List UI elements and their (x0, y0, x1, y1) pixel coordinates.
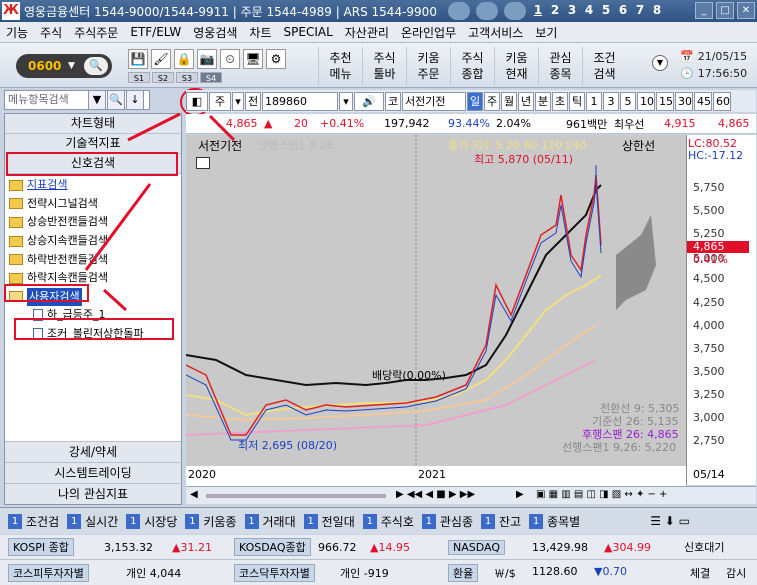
arrow-2 (208, 114, 236, 142)
annotation-arrows (84, 112, 236, 312)
arrow-1 (127, 112, 181, 142)
arrow-3 (84, 183, 152, 271)
arrow-4 (102, 288, 128, 312)
